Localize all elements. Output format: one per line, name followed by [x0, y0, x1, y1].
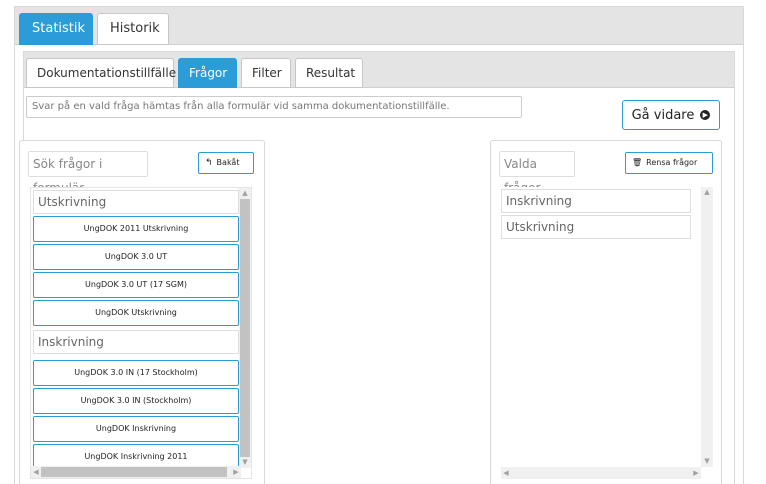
selected-horizontal-scrollbar[interactable]: ◀ ▶	[501, 467, 701, 479]
selected-question-item[interactable]: Utskrivning	[501, 215, 691, 239]
tab-resultat[interactable]: Resultat	[295, 58, 363, 88]
statistics-window: Statistik Historik Dokumentationstillfäl…	[14, 6, 744, 484]
trash-icon: 🗑	[632, 158, 643, 167]
selected-questions-panel: Valda frågor 🗑 Rensa frågor Inskrivning …	[490, 140, 722, 484]
next-button[interactable]: Gå vidare ▶	[622, 100, 720, 130]
scroll-up-icon[interactable]: ▲	[701, 187, 713, 198]
tab-filter[interactable]: Filter	[241, 58, 291, 88]
question-search-panel: Sök frågor i formulär ↰ Bakåt Utskrivnin…	[19, 140, 265, 484]
info-text-field: Svar på en vald fråga hämtas från alla f…	[26, 96, 522, 118]
vertical-scroll-thumb[interactable]	[240, 199, 250, 457]
scroll-down-icon[interactable]: ▼	[701, 456, 713, 467]
next-button-label: Gå vidare	[631, 107, 695, 123]
selected-questions-list[interactable]: Inskrivning Utskrivning ▲ ▼ ◀ ▶	[501, 187, 713, 479]
question-button[interactable]: UngDOK 3.0 IN (17 Stockholm)	[33, 360, 239, 386]
arrow-right-circle-icon: ▶	[700, 110, 711, 120]
question-button[interactable]: UngDOK 2011 Utskrivning	[33, 216, 239, 242]
group-header-inskrivning: Inskrivning	[33, 330, 239, 354]
scroll-left-icon[interactable]: ◀	[31, 466, 41, 478]
horizontal-scroll-thumb[interactable]	[41, 467, 227, 477]
group-header-utskrivning: Utskrivning	[33, 190, 239, 214]
scroll-right-icon[interactable]: ▶	[691, 467, 701, 479]
clear-questions-label: Rensa frågor	[646, 158, 698, 167]
scroll-left-icon[interactable]: ◀	[501, 467, 511, 479]
question-button[interactable]: UngDOK Utskrivning	[33, 300, 239, 326]
tab-dokumentationstillfalle[interactable]: Dokumentationstillfälle	[26, 58, 176, 88]
back-button-label: Bakåt	[216, 158, 240, 167]
statistik-content: Dokumentationstillfälle Frågor Filter Re…	[19, 51, 735, 484]
tab-statistik[interactable]: Statistik	[19, 13, 93, 45]
selected-vertical-scrollbar[interactable]: ▲ ▼	[701, 187, 713, 467]
question-button[interactable]: UngDOK 3.0 UT (17 SGM)	[33, 272, 239, 298]
scroll-up-icon[interactable]: ▲	[239, 188, 251, 199]
question-button[interactable]: UngDOK 3.0 UT	[33, 244, 239, 270]
scroll-right-icon[interactable]: ▶	[231, 466, 241, 478]
back-button[interactable]: ↰ Bakåt	[198, 152, 254, 174]
tab-fragor[interactable]: Frågor	[178, 58, 237, 88]
search-questions-label: Sök frågor i formulär	[28, 151, 148, 195]
tab-historik[interactable]: Historik	[97, 13, 169, 45]
question-button[interactable]: UngDOK Inskrivning	[33, 416, 239, 442]
back-arrow-icon: ↰	[205, 158, 213, 168]
question-button[interactable]: UngDOK 3.0 IN (Stockholm)	[33, 388, 239, 414]
question-list[interactable]: Utskrivning UngDOK 2011 Utskrivning UngD…	[30, 187, 252, 479]
sub-tabbar: Dokumentationstillfälle Frågor Filter Re…	[24, 52, 734, 88]
horizontal-scrollbar[interactable]: ◀ ▶	[31, 466, 241, 478]
selected-questions-title: Valda frågor	[499, 151, 575, 195]
clear-questions-button[interactable]: 🗑 Rensa frågor	[625, 152, 713, 174]
vertical-scrollbar[interactable]: ▲ ▼	[239, 188, 251, 468]
selected-question-item[interactable]: Inskrivning	[501, 189, 691, 213]
main-tabbar: Statistik Historik	[15, 7, 743, 45]
